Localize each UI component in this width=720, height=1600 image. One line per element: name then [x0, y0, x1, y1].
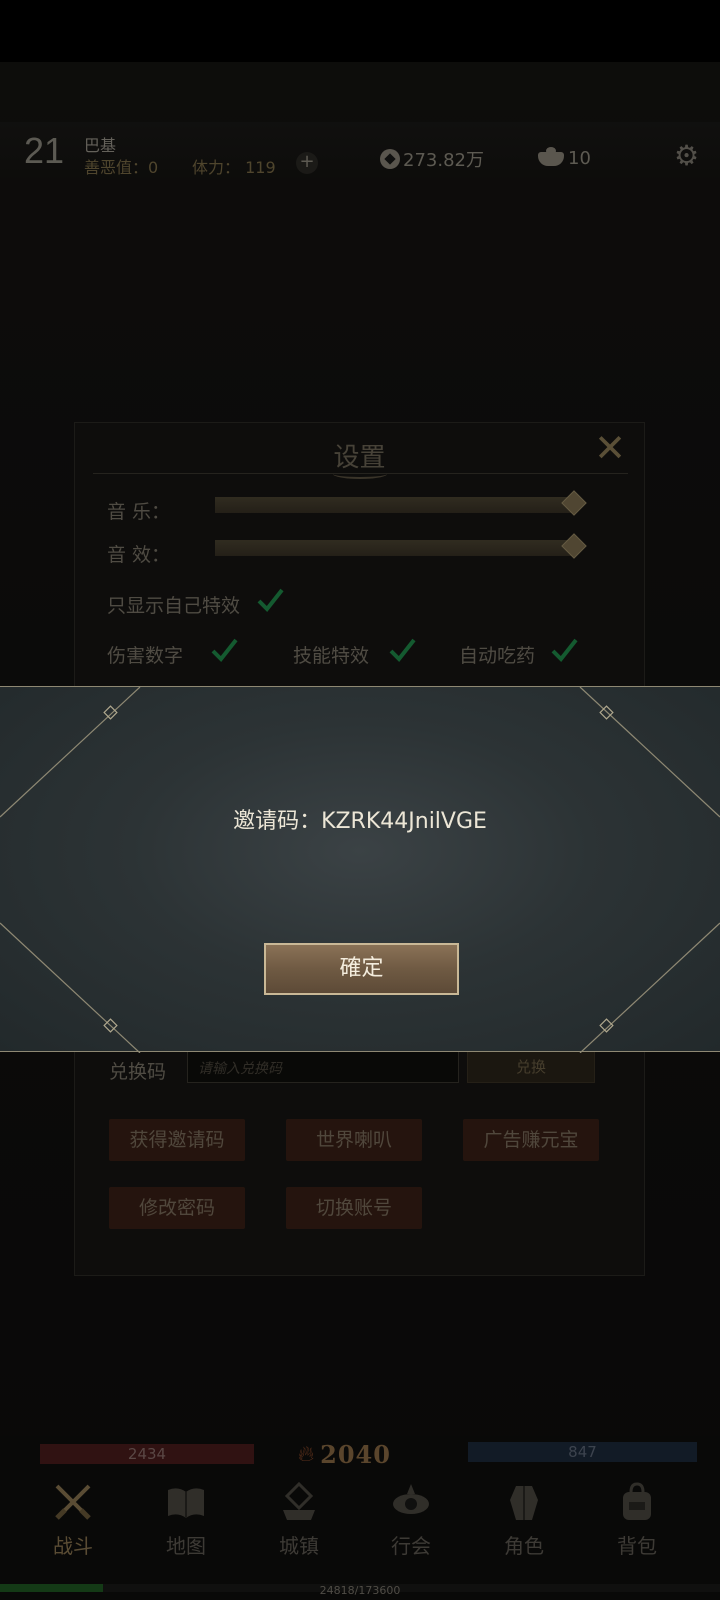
confirm-button[interactable]: 確定 — [264, 943, 459, 995]
invite-code-text: 邀请码：KZRK44JnilVGE — [233, 809, 487, 834]
modal-frame — [0, 687, 720, 1053]
status-bar — [0, 0, 720, 62]
invite-code-modal: 邀请码：KZRK44JnilVGE 確定 — [0, 686, 720, 1053]
